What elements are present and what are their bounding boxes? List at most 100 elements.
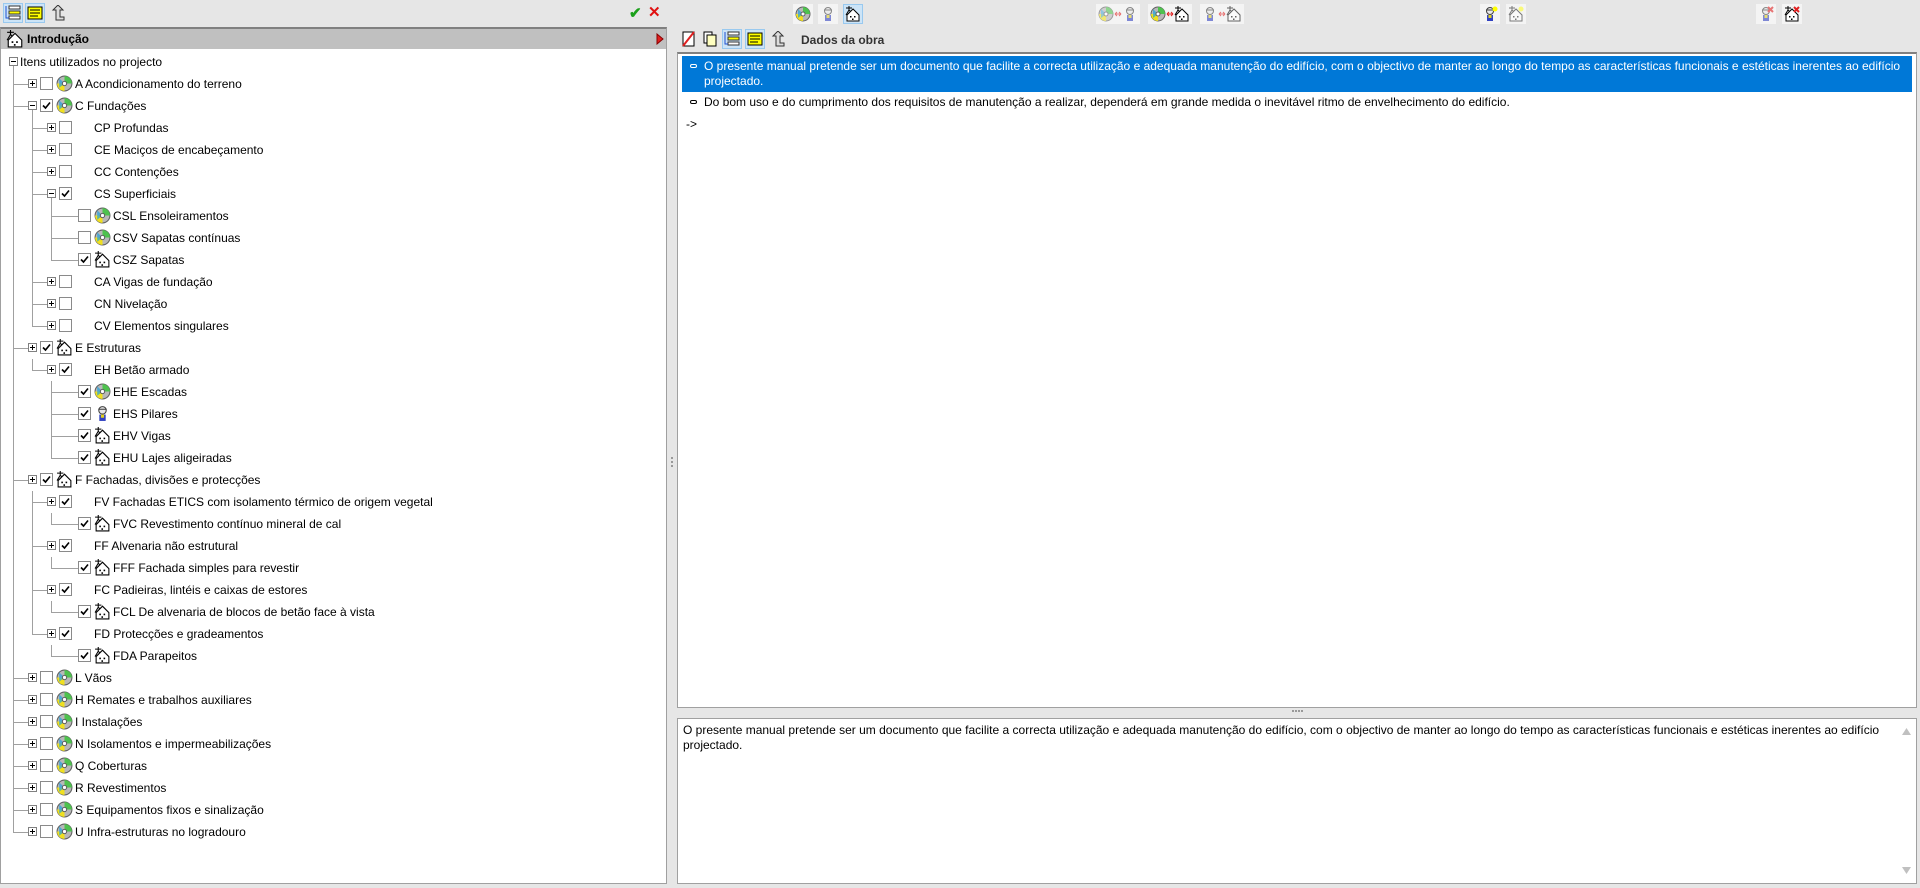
checkbox[interactable] (59, 143, 72, 156)
checkbox[interactable] (78, 605, 91, 618)
tree-item[interactable]: Itens utilizados no projecto (1, 51, 666, 73)
disc-filter-button[interactable] (793, 4, 813, 24)
checkbox[interactable] (78, 253, 91, 266)
checkbox[interactable] (40, 803, 53, 816)
cancel-icon[interactable]: ✕ (648, 3, 661, 21)
tree-item[interactable]: L Vãos (1, 667, 666, 689)
tree-item[interactable]: FF Alvenaria não estrutural (1, 535, 666, 557)
vertical-splitter[interactable] (668, 27, 677, 884)
tree-item[interactable]: FC Padieiras, lintéis e caixas de estore… (1, 579, 666, 601)
checkbox[interactable] (59, 363, 72, 376)
checkbox[interactable] (59, 583, 72, 596)
expand-button[interactable] (28, 673, 37, 682)
checkbox[interactable] (40, 671, 53, 684)
tree-item[interactable]: E Estruturas (1, 337, 666, 359)
tree-item[interactable]: FVC Revestimento contínuo mineral de cal (1, 513, 666, 535)
expand-button[interactable] (47, 629, 56, 638)
house-filter-button[interactable] (843, 4, 863, 24)
expand-button[interactable] (28, 717, 37, 726)
tree-item[interactable]: N Isolamentos e impermeabilizações (1, 733, 666, 755)
checkbox[interactable] (78, 407, 91, 420)
new-item-row[interactable]: -> (682, 114, 1912, 135)
list-view-button[interactable] (25, 3, 45, 23)
checkbox[interactable] (40, 341, 53, 354)
tree-item[interactable]: U Infra-estruturas no logradouro (1, 821, 666, 843)
detail-text-area[interactable]: O presente manual pretende ser um docume… (677, 718, 1917, 884)
accept-icon[interactable]: ✔ (629, 4, 642, 22)
tree-item[interactable]: FCL De alvenaria de blocos de betão face… (1, 601, 666, 623)
tree-item[interactable]: CA Vigas de fundação (1, 271, 666, 293)
list-item[interactable]: O presente manual pretende ser um docume… (682, 56, 1912, 92)
tree-view-button-2[interactable] (722, 29, 742, 49)
tree-item[interactable]: EHS Pilares (1, 403, 666, 425)
tree-item[interactable]: FFF Fachada simples para revestir (1, 557, 666, 579)
tree-item[interactable]: CSV Sapatas contínuas (1, 227, 666, 249)
expand-button[interactable] (28, 475, 37, 484)
expand-button[interactable] (47, 497, 56, 506)
tree-item[interactable]: CC Contenções (1, 161, 666, 183)
collapse-button[interactable] (47, 189, 56, 198)
tree-item[interactable]: EHV Vigas (1, 425, 666, 447)
expand-button[interactable] (47, 277, 56, 286)
expand-arrow-icon[interactable] (656, 33, 664, 45)
new-worker-button[interactable] (1480, 4, 1500, 24)
tree-item[interactable]: F Fachadas, divisões e protecções (1, 469, 666, 491)
list-view-button-2[interactable] (745, 29, 765, 49)
horizontal-splitter-grip-icon[interactable] (1292, 710, 1304, 713)
checkbox[interactable] (59, 275, 72, 288)
collapse-button[interactable] (9, 57, 18, 66)
expand-button[interactable] (47, 585, 56, 594)
expand-button[interactable] (47, 145, 56, 154)
expand-button[interactable] (28, 805, 37, 814)
worker-filter-button[interactable] (818, 4, 838, 24)
tree-item[interactable]: A Acondicionamento do terreno (1, 73, 666, 95)
checkbox[interactable] (78, 649, 91, 662)
tree-item[interactable]: Q Coberturas (1, 755, 666, 777)
detail-text[interactable]: O presente manual pretende ser um docume… (683, 723, 1886, 753)
checkbox[interactable] (40, 759, 53, 772)
checkbox[interactable] (40, 715, 53, 728)
tree-item[interactable]: CSZ Sapatas (1, 249, 666, 271)
expand-button[interactable] (28, 343, 37, 352)
go-up-button[interactable] (48, 3, 68, 23)
checkbox[interactable] (78, 385, 91, 398)
expand-button[interactable] (47, 541, 56, 550)
scroll-up-icon[interactable] (1902, 728, 1911, 735)
tree-item[interactable]: CV Elementos singulares (1, 315, 666, 337)
expand-button[interactable] (47, 321, 56, 330)
checkbox[interactable] (78, 517, 91, 530)
tree-item[interactable]: FV Fachadas ETICS com isolamento térmico… (1, 491, 666, 513)
worker-to-house-button[interactable] (1200, 4, 1244, 24)
checkbox[interactable] (59, 539, 72, 552)
checkbox[interactable] (78, 429, 91, 442)
checkbox[interactable] (78, 231, 91, 244)
checkbox[interactable] (40, 473, 53, 486)
tree-item[interactable]: FDA Parapeitos (1, 645, 666, 667)
tree-item[interactable]: FD Protecções e gradeamentos (1, 623, 666, 645)
copy-button[interactable] (700, 29, 720, 49)
expand-button[interactable] (47, 299, 56, 308)
expand-button[interactable] (28, 827, 37, 836)
new-house-button[interactable] (1506, 4, 1526, 24)
tree-item[interactable]: CS Superficiais (1, 183, 666, 205)
tree-item[interactable]: EHE Escadas (1, 381, 666, 403)
checkbox[interactable] (78, 561, 91, 574)
tree-item[interactable]: CP Profundas (1, 117, 666, 139)
go-up-button-2[interactable] (768, 29, 788, 49)
expand-button[interactable] (47, 123, 56, 132)
expand-button[interactable] (28, 783, 37, 792)
delete-house-button[interactable] (1782, 4, 1802, 24)
list-item[interactable]: Do bom uso e do cumprimento dos requisit… (682, 92, 1912, 113)
checkbox[interactable] (40, 737, 53, 750)
clear-button[interactable] (679, 29, 699, 49)
intro-row[interactable]: Introdução (1, 29, 666, 49)
checkbox[interactable] (78, 451, 91, 464)
checkbox[interactable] (59, 495, 72, 508)
disc-to-house-button[interactable] (1148, 4, 1192, 24)
tree-item[interactable]: EH Betão armado (1, 359, 666, 381)
checkbox[interactable] (59, 121, 72, 134)
tree-item[interactable]: H Remates e trabalhos auxiliares (1, 689, 666, 711)
tree-item[interactable]: I Instalações (1, 711, 666, 733)
collapse-button[interactable] (28, 101, 37, 110)
checkbox[interactable] (59, 187, 72, 200)
